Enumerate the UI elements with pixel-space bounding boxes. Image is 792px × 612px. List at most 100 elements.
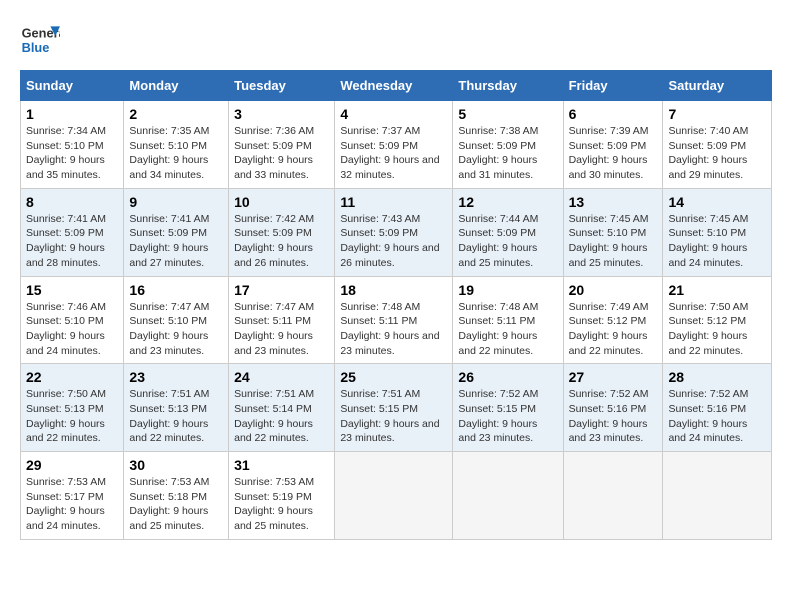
calendar-day-cell: 2 Sunrise: 7:35 AM Sunset: 5:10 PM Dayli… [124, 101, 229, 189]
day-number: 7 [668, 106, 766, 122]
day-of-week-header: Sunday [21, 71, 124, 101]
calendar-day-cell: 10 Sunrise: 7:42 AM Sunset: 5:09 PM Dayl… [229, 188, 335, 276]
day-info: Sunrise: 7:53 AM Sunset: 5:17 PM Dayligh… [26, 475, 118, 534]
day-info: Sunrise: 7:53 AM Sunset: 5:18 PM Dayligh… [129, 475, 223, 534]
day-info: Sunrise: 7:34 AM Sunset: 5:10 PM Dayligh… [26, 124, 118, 183]
day-info: Sunrise: 7:51 AM Sunset: 5:14 PM Dayligh… [234, 387, 329, 446]
calendar-day-cell: 21 Sunrise: 7:50 AM Sunset: 5:12 PM Dayl… [663, 276, 772, 364]
calendar-day-cell: 18 Sunrise: 7:48 AM Sunset: 5:11 PM Dayl… [335, 276, 453, 364]
calendar-week-row: 29 Sunrise: 7:53 AM Sunset: 5:17 PM Dayl… [21, 452, 772, 540]
calendar-week-row: 8 Sunrise: 7:41 AM Sunset: 5:09 PM Dayli… [21, 188, 772, 276]
day-number: 4 [340, 106, 447, 122]
day-number: 20 [569, 282, 658, 298]
day-number: 27 [569, 369, 658, 385]
day-number: 25 [340, 369, 447, 385]
calendar-day-cell: 20 Sunrise: 7:49 AM Sunset: 5:12 PM Dayl… [563, 276, 663, 364]
calendar-day-cell: 15 Sunrise: 7:46 AM Sunset: 5:10 PM Dayl… [21, 276, 124, 364]
day-info: Sunrise: 7:43 AM Sunset: 5:09 PM Dayligh… [340, 212, 447, 271]
calendar-day-cell: 27 Sunrise: 7:52 AM Sunset: 5:16 PM Dayl… [563, 364, 663, 452]
calendar-day-cell: 26 Sunrise: 7:52 AM Sunset: 5:15 PM Dayl… [453, 364, 563, 452]
day-number: 11 [340, 194, 447, 210]
calendar-day-cell: 1 Sunrise: 7:34 AM Sunset: 5:10 PM Dayli… [21, 101, 124, 189]
calendar-day-cell: 22 Sunrise: 7:50 AM Sunset: 5:13 PM Dayl… [21, 364, 124, 452]
calendar-day-cell: 24 Sunrise: 7:51 AM Sunset: 5:14 PM Dayl… [229, 364, 335, 452]
calendar-day-cell: 9 Sunrise: 7:41 AM Sunset: 5:09 PM Dayli… [124, 188, 229, 276]
day-info: Sunrise: 7:40 AM Sunset: 5:09 PM Dayligh… [668, 124, 766, 183]
page-header: General Blue [20, 20, 772, 60]
calendar-day-cell: 31 Sunrise: 7:53 AM Sunset: 5:19 PM Dayl… [229, 452, 335, 540]
calendar-day-cell [563, 452, 663, 540]
day-info: Sunrise: 7:51 AM Sunset: 5:13 PM Dayligh… [129, 387, 223, 446]
calendar-day-cell: 4 Sunrise: 7:37 AM Sunset: 5:09 PM Dayli… [335, 101, 453, 189]
day-info: Sunrise: 7:41 AM Sunset: 5:09 PM Dayligh… [26, 212, 118, 271]
day-info: Sunrise: 7:50 AM Sunset: 5:12 PM Dayligh… [668, 300, 766, 359]
calendar-day-cell: 8 Sunrise: 7:41 AM Sunset: 5:09 PM Dayli… [21, 188, 124, 276]
day-info: Sunrise: 7:36 AM Sunset: 5:09 PM Dayligh… [234, 124, 329, 183]
day-number: 2 [129, 106, 223, 122]
calendar-day-cell: 5 Sunrise: 7:38 AM Sunset: 5:09 PM Dayli… [453, 101, 563, 189]
logo: General Blue [20, 20, 64, 60]
calendar-day-cell: 7 Sunrise: 7:40 AM Sunset: 5:09 PM Dayli… [663, 101, 772, 189]
day-number: 28 [668, 369, 766, 385]
day-number: 1 [26, 106, 118, 122]
calendar-day-cell: 19 Sunrise: 7:48 AM Sunset: 5:11 PM Dayl… [453, 276, 563, 364]
day-info: Sunrise: 7:44 AM Sunset: 5:09 PM Dayligh… [458, 212, 557, 271]
calendar-day-cell: 23 Sunrise: 7:51 AM Sunset: 5:13 PM Dayl… [124, 364, 229, 452]
day-info: Sunrise: 7:48 AM Sunset: 5:11 PM Dayligh… [340, 300, 447, 359]
day-info: Sunrise: 7:49 AM Sunset: 5:12 PM Dayligh… [569, 300, 658, 359]
day-number: 12 [458, 194, 557, 210]
calendar-week-row: 15 Sunrise: 7:46 AM Sunset: 5:10 PM Dayl… [21, 276, 772, 364]
day-info: Sunrise: 7:52 AM Sunset: 5:16 PM Dayligh… [569, 387, 658, 446]
day-of-week-header: Saturday [663, 71, 772, 101]
day-number: 15 [26, 282, 118, 298]
day-info: Sunrise: 7:47 AM Sunset: 5:11 PM Dayligh… [234, 300, 329, 359]
calendar-day-cell: 25 Sunrise: 7:51 AM Sunset: 5:15 PM Dayl… [335, 364, 453, 452]
day-number: 13 [569, 194, 658, 210]
day-of-week-header: Monday [124, 71, 229, 101]
day-info: Sunrise: 7:37 AM Sunset: 5:09 PM Dayligh… [340, 124, 447, 183]
calendar-day-cell: 13 Sunrise: 7:45 AM Sunset: 5:10 PM Dayl… [563, 188, 663, 276]
day-number: 17 [234, 282, 329, 298]
day-of-week-header: Tuesday [229, 71, 335, 101]
day-info: Sunrise: 7:45 AM Sunset: 5:10 PM Dayligh… [668, 212, 766, 271]
calendar-day-cell: 30 Sunrise: 7:53 AM Sunset: 5:18 PM Dayl… [124, 452, 229, 540]
day-info: Sunrise: 7:50 AM Sunset: 5:13 PM Dayligh… [26, 387, 118, 446]
day-number: 29 [26, 457, 118, 473]
day-of-week-header: Wednesday [335, 71, 453, 101]
day-number: 6 [569, 106, 658, 122]
calendar-table: SundayMondayTuesdayWednesdayThursdayFrid… [20, 70, 772, 540]
calendar-day-cell: 12 Sunrise: 7:44 AM Sunset: 5:09 PM Dayl… [453, 188, 563, 276]
calendar-day-cell: 16 Sunrise: 7:47 AM Sunset: 5:10 PM Dayl… [124, 276, 229, 364]
day-number: 26 [458, 369, 557, 385]
day-number: 10 [234, 194, 329, 210]
day-info: Sunrise: 7:51 AM Sunset: 5:15 PM Dayligh… [340, 387, 447, 446]
day-number: 23 [129, 369, 223, 385]
day-number: 16 [129, 282, 223, 298]
calendar-day-cell: 14 Sunrise: 7:45 AM Sunset: 5:10 PM Dayl… [663, 188, 772, 276]
day-number: 21 [668, 282, 766, 298]
day-info: Sunrise: 7:48 AM Sunset: 5:11 PM Dayligh… [458, 300, 557, 359]
day-number: 31 [234, 457, 329, 473]
calendar-day-cell: 28 Sunrise: 7:52 AM Sunset: 5:16 PM Dayl… [663, 364, 772, 452]
day-number: 8 [26, 194, 118, 210]
day-number: 5 [458, 106, 557, 122]
day-info: Sunrise: 7:42 AM Sunset: 5:09 PM Dayligh… [234, 212, 329, 271]
day-number: 18 [340, 282, 447, 298]
day-number: 22 [26, 369, 118, 385]
day-info: Sunrise: 7:47 AM Sunset: 5:10 PM Dayligh… [129, 300, 223, 359]
calendar-day-cell: 17 Sunrise: 7:47 AM Sunset: 5:11 PM Dayl… [229, 276, 335, 364]
day-number: 14 [668, 194, 766, 210]
calendar-day-cell [335, 452, 453, 540]
svg-text:Blue: Blue [22, 40, 50, 55]
day-info: Sunrise: 7:38 AM Sunset: 5:09 PM Dayligh… [458, 124, 557, 183]
day-info: Sunrise: 7:46 AM Sunset: 5:10 PM Dayligh… [26, 300, 118, 359]
day-of-week-header: Thursday [453, 71, 563, 101]
calendar-day-cell: 29 Sunrise: 7:53 AM Sunset: 5:17 PM Dayl… [21, 452, 124, 540]
day-number: 9 [129, 194, 223, 210]
day-info: Sunrise: 7:41 AM Sunset: 5:09 PM Dayligh… [129, 212, 223, 271]
day-info: Sunrise: 7:39 AM Sunset: 5:09 PM Dayligh… [569, 124, 658, 183]
day-number: 30 [129, 457, 223, 473]
day-number: 24 [234, 369, 329, 385]
day-of-week-header: Friday [563, 71, 663, 101]
day-info: Sunrise: 7:53 AM Sunset: 5:19 PM Dayligh… [234, 475, 329, 534]
